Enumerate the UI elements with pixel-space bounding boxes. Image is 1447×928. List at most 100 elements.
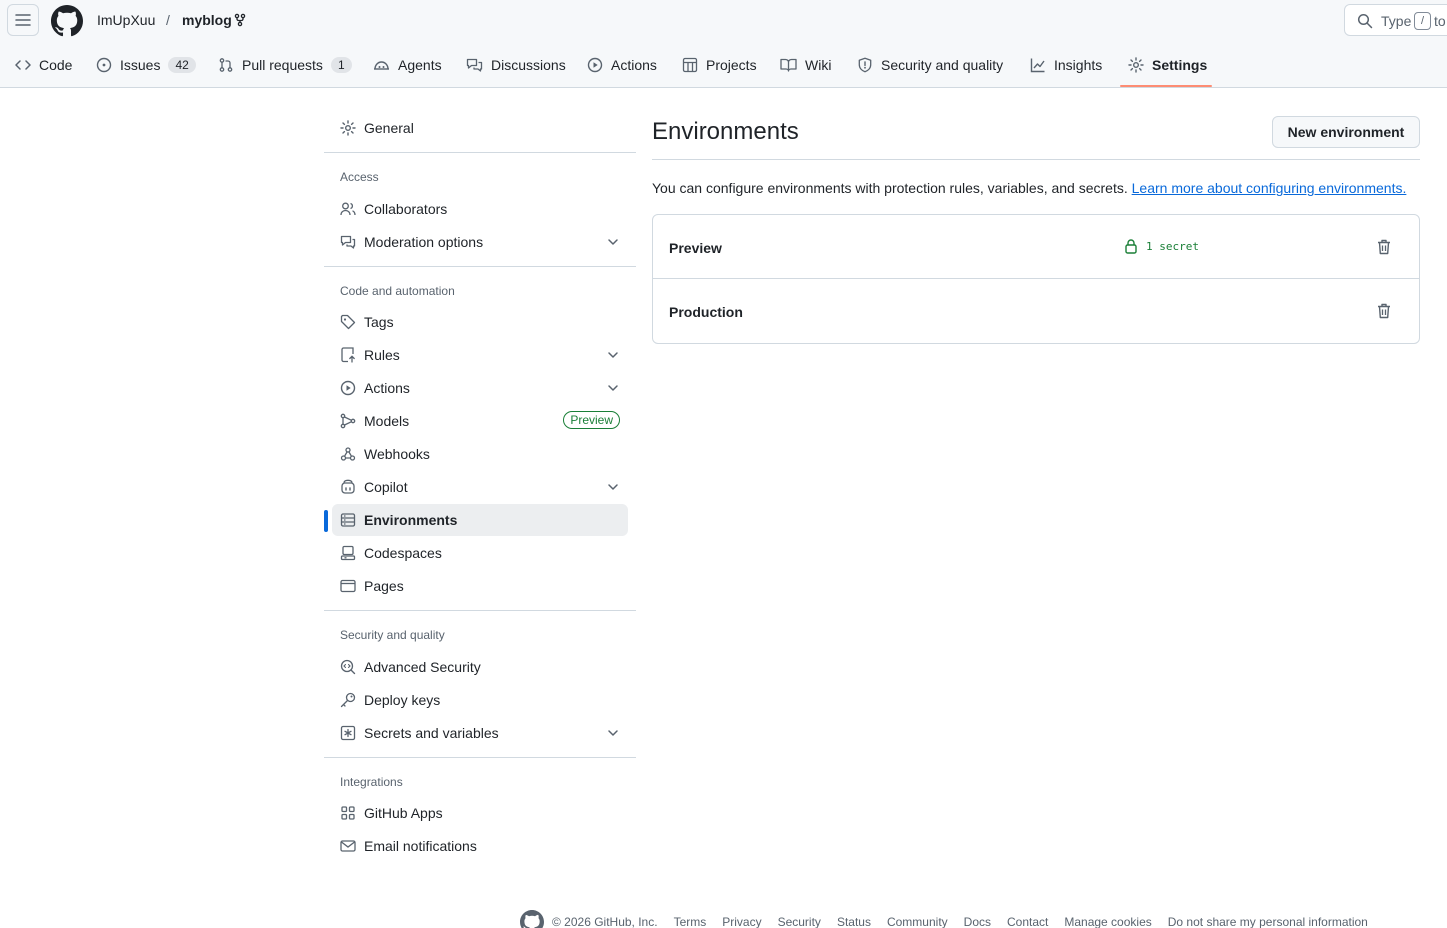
footer-link-manage-cookies[interactable]: Manage cookies xyxy=(1064,915,1151,928)
sidebar-item-label: Moderation options xyxy=(364,234,484,250)
tab-settings[interactable]: Settings xyxy=(1128,52,1207,78)
book-icon xyxy=(780,58,797,72)
github-logo-icon[interactable] xyxy=(51,5,83,37)
play-icon xyxy=(340,380,356,396)
breadcrumb-owner[interactable]: ImUpXuu xyxy=(97,12,155,28)
sidebar-item-label: Codespaces xyxy=(364,545,442,561)
sidebar-item-label: Secrets and variables xyxy=(364,725,499,741)
environment-name-link[interactable]: Preview xyxy=(669,240,722,256)
tab-label: Agents xyxy=(398,57,442,73)
sidebar-item-advanced-security[interactable]: Advanced Security xyxy=(332,651,628,683)
sidebar-item-label: Environments xyxy=(364,512,458,528)
new-environment-button[interactable]: New environment xyxy=(1272,116,1420,148)
sidebar-item-deploy-keys[interactable]: Deploy keys xyxy=(332,684,628,716)
footer-copyright: © 2026 GitHub, Inc. xyxy=(552,915,658,928)
tab-label: Actions xyxy=(611,57,657,73)
tab-insights[interactable]: Insights xyxy=(1030,52,1102,78)
sidebar-item-label: Webhooks xyxy=(364,446,430,462)
sidebar-divider xyxy=(324,757,636,758)
apps-icon xyxy=(341,806,355,820)
sidebar-item-tags[interactable]: Tags xyxy=(332,306,628,338)
environment-name-link[interactable]: Production xyxy=(669,304,743,320)
sidebar-divider xyxy=(324,266,636,267)
footer-link-docs[interactable]: Docs xyxy=(964,915,991,928)
sidebar-item-moderation-options[interactable]: Moderation options xyxy=(332,226,628,258)
search-placeholder-suffix: to xyxy=(1434,13,1446,29)
tab-discussions[interactable]: Discussions xyxy=(466,52,566,78)
code-icon xyxy=(15,60,31,70)
tab-wiki[interactable]: Wiki xyxy=(780,52,831,78)
learn-more-link[interactable]: Learn more about configuring environment… xyxy=(1132,180,1407,196)
sidebar-item-webhooks[interactable]: Webhooks xyxy=(332,438,628,470)
tab-label: Wiki xyxy=(805,57,832,73)
secret-count-label: 1 secret xyxy=(1146,239,1199,253)
tab-projects[interactable]: Projects xyxy=(682,52,757,78)
tab-agents[interactable]: Agents xyxy=(373,52,442,78)
sidebar-item-github-apps[interactable]: GitHub Apps xyxy=(332,797,628,829)
sidebar-item-label: Deploy keys xyxy=(364,692,441,708)
sidebar-item-actions[interactable]: Actions xyxy=(332,372,628,404)
agents-icon xyxy=(374,61,389,70)
sidebar-item-label: General xyxy=(364,120,414,136)
footer-link-privacy[interactable]: Privacy xyxy=(722,915,761,928)
chevron-down-icon xyxy=(608,352,618,358)
footer-link-security[interactable]: Security xyxy=(778,915,821,928)
sidebar-item-collaborators[interactable]: Collaborators xyxy=(332,193,628,225)
pull-request-icon xyxy=(219,58,233,72)
codespaces-icon xyxy=(340,545,356,561)
tab-security-and-quality[interactable]: Security and quality xyxy=(857,52,1003,78)
sidebar-item-label: Copilot xyxy=(364,479,408,495)
sidebar-heading-security-and-quality: Security and quality xyxy=(340,628,445,642)
mail-icon xyxy=(340,840,356,852)
footer-link-community[interactable]: Community xyxy=(887,915,948,928)
gear-icon xyxy=(1128,57,1144,73)
sidebar-item-pages[interactable]: Pages xyxy=(332,570,628,602)
sidebar-item-codespaces[interactable]: Codespaces xyxy=(332,537,628,569)
sidebar-item-label: Rules xyxy=(364,347,400,363)
browser-icon xyxy=(340,579,356,593)
sidebar-item-copilot[interactable]: Copilot xyxy=(332,471,628,503)
footer-link-do-not-share[interactable]: Do not share my personal information xyxy=(1168,915,1368,928)
sidebar-item-secrets-and-variables[interactable]: Secrets and variables xyxy=(332,717,628,749)
tab-issues[interactable]: Issues 42 xyxy=(96,52,196,78)
sidebar-item-general[interactable]: General xyxy=(332,112,628,144)
gear-icon xyxy=(340,120,356,136)
title-divider xyxy=(652,159,1420,160)
open-menu-button[interactable] xyxy=(7,4,39,36)
trash-icon[interactable] xyxy=(1376,238,1392,256)
lock-icon xyxy=(1125,239,1137,254)
comment-discussion-icon xyxy=(340,235,356,249)
repo-push-icon xyxy=(341,347,355,363)
tab-actions[interactable]: Actions xyxy=(587,52,657,78)
github-logo-icon[interactable] xyxy=(520,910,544,928)
page-footer: © 2026 GitHub, Inc. Terms Privacy Securi… xyxy=(520,910,1384,928)
sidebar-item-label: GitHub Apps xyxy=(364,805,443,821)
description-text: You can configure environments with prot… xyxy=(652,180,1128,196)
sidebar-heading-integrations: Integrations xyxy=(340,775,403,789)
tab-code[interactable]: Code xyxy=(15,52,72,78)
sidebar-item-models[interactable]: Models Preview xyxy=(332,405,628,437)
sidebar-item-rules[interactable]: Rules xyxy=(332,339,628,371)
discussions-icon xyxy=(466,58,483,72)
tab-label: Issues xyxy=(120,57,161,73)
sidebar-divider xyxy=(324,152,636,153)
sidebar-item-environments[interactable]: Environments xyxy=(332,504,628,536)
tag-icon xyxy=(340,314,356,330)
trash-icon[interactable] xyxy=(1376,302,1392,320)
selected-tab-indicator xyxy=(1120,85,1212,87)
environments-list: Preview 1 secret Production xyxy=(652,214,1420,344)
environment-row: Production xyxy=(653,279,1419,343)
sidebar-item-label: Pages xyxy=(364,578,404,594)
sidebar-item-email-notifications[interactable]: Email notifications xyxy=(332,830,628,862)
environment-row: Preview 1 secret xyxy=(653,215,1419,279)
search-placeholder: Type xyxy=(1381,13,1412,29)
search-input[interactable]: Type / to xyxy=(1344,4,1447,36)
footer-link-contact[interactable]: Contact xyxy=(1007,915,1048,928)
tab-pull-requests[interactable]: Pull requests 1 xyxy=(218,52,352,78)
breadcrumb-repo[interactable]: myblog xyxy=(182,12,232,28)
footer-link-status[interactable]: Status xyxy=(837,915,871,928)
chevron-down-icon xyxy=(608,730,618,736)
search-icon xyxy=(1357,13,1373,29)
sidebar-heading-access: Access xyxy=(340,170,379,184)
footer-link-terms[interactable]: Terms xyxy=(674,915,707,928)
